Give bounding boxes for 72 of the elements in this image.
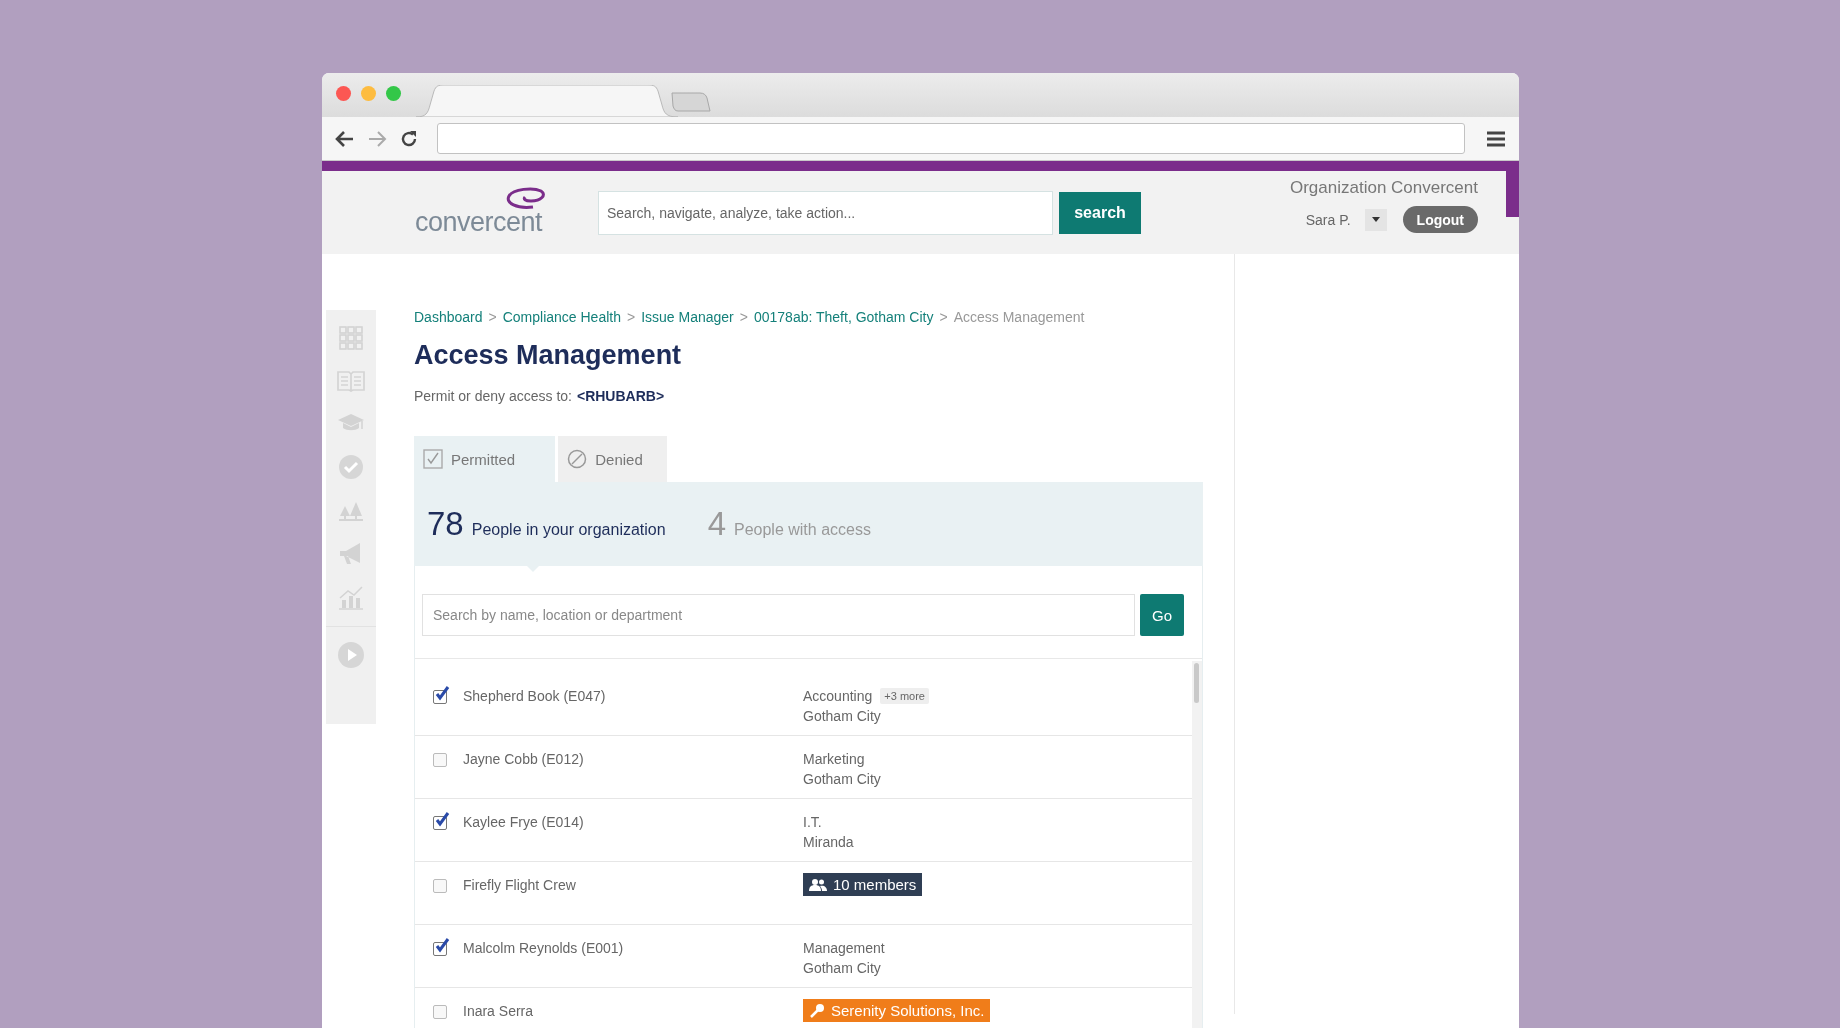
organization-name: Organization Convercent: [1289, 178, 1478, 198]
book-icon[interactable]: [337, 370, 365, 392]
breadcrumb-separator: >: [488, 309, 497, 325]
department-text: Marketing: [803, 751, 865, 767]
back-arrow-icon[interactable]: [335, 129, 355, 148]
stat-label: People with access: [734, 521, 871, 539]
search-field[interactable]: Search, navigate, analyze, take action...: [598, 190, 1053, 235]
breadcrumb-link[interactable]: Compliance Health: [502, 309, 621, 325]
filter-tab[interactable]: Permitted: [414, 436, 556, 482]
user-dropdown-button[interactable]: [1364, 208, 1387, 231]
address-bar[interactable]: [437, 123, 1465, 154]
checkbox[interactable]: [433, 1005, 447, 1019]
location-text: Gotham City: [803, 708, 882, 724]
person-name: Jayne Cobb (E012): [463, 751, 585, 767]
access-target: <RHUBARB>: [576, 388, 665, 404]
breadcrumb-separator: >: [627, 309, 636, 325]
go-button[interactable]: Go: [1140, 594, 1184, 636]
department-text: Accounting: [803, 688, 873, 704]
person-name: Kaylee Frye (E014): [463, 814, 585, 830]
members-badge[interactable]: 10 members: [803, 873, 923, 896]
filter-tab[interactable]: Denied: [558, 436, 667, 482]
scrollbar[interactable]: [1192, 661, 1202, 1028]
department-text: Management: [803, 940, 885, 956]
person-name: Firefly Flight Crew: [463, 877, 577, 893]
maximize-window-icon[interactable]: [386, 86, 401, 101]
checkbox[interactable]: [433, 753, 447, 767]
trees-icon[interactable]: [338, 500, 364, 522]
people-search-field[interactable]: Search by name, location or department: [422, 594, 1135, 636]
forward-arrow-icon[interactable]: [367, 129, 387, 148]
grid-icon[interactable]: [339, 326, 363, 350]
reload-icon[interactable]: [399, 128, 419, 149]
breadcrumb-separator: >: [939, 309, 948, 325]
person-name: Inara Serra: [463, 1003, 535, 1019]
play-circle-icon[interactable]: [337, 641, 365, 669]
breadcrumb-link[interactable]: Dashboard: [414, 309, 483, 325]
person-row[interactable]: Inara Serra Serenity Solutions, Inc.: [415, 988, 1192, 1028]
more-tag[interactable]: +3 more: [880, 688, 929, 704]
user-name: Sara P.: [1305, 211, 1351, 228]
company-badge[interactable]: Serenity Solutions, Inc.: [803, 999, 991, 1022]
breadcrumb-link[interactable]: 00178ab: Theft, Gotham City: [753, 309, 934, 325]
stat-count: 78: [427, 505, 464, 543]
breadcrumb-current: Access Management: [953, 309, 1085, 325]
prohibited-icon: [567, 449, 588, 469]
check-circle-icon[interactable]: [338, 454, 364, 480]
minimize-window-icon[interactable]: [361, 86, 376, 101]
checkbox-icon: [423, 449, 443, 469]
stat-count: 4: [707, 505, 726, 543]
menu-icon[interactable]: [1487, 130, 1505, 147]
page-title: Access Management: [414, 340, 683, 371]
stat-label: People in your organization: [471, 521, 666, 539]
location-text: Gotham City: [803, 960, 882, 976]
people-icon: [809, 877, 827, 892]
search-button[interactable]: search: [1059, 191, 1141, 234]
breadcrumb-separator: >: [739, 309, 748, 325]
department-text: I.T.: [803, 814, 822, 830]
checkbox[interactable]: [433, 879, 447, 893]
key-icon: [809, 1002, 825, 1019]
location-text: Miranda: [803, 834, 854, 850]
browser-tab[interactable]: [416, 85, 678, 117]
person-name: Malcolm Reynolds (E001): [463, 940, 625, 956]
person-row[interactable]: Jayne Cobb (E012) Marketing Gotham City: [415, 736, 1192, 799]
logo-wordmark: convercent: [415, 207, 544, 238]
new-tab-icon[interactable]: [670, 91, 712, 113]
logout-button[interactable]: Logout: [1402, 206, 1478, 233]
close-window-icon[interactable]: [336, 86, 351, 101]
location-text: Gotham City: [803, 771, 881, 787]
person-row[interactable]: Firefly Flight Crew 10 members: [415, 862, 1192, 925]
caret-icon: [1371, 217, 1380, 222]
breadcrumb-link[interactable]: Issue Manager: [641, 309, 734, 325]
person-name: Shepherd Book (E047): [463, 688, 607, 704]
bar-chart-icon[interactable]: [338, 586, 364, 610]
subtitle-text: Permit or deny access to:: [414, 388, 572, 404]
